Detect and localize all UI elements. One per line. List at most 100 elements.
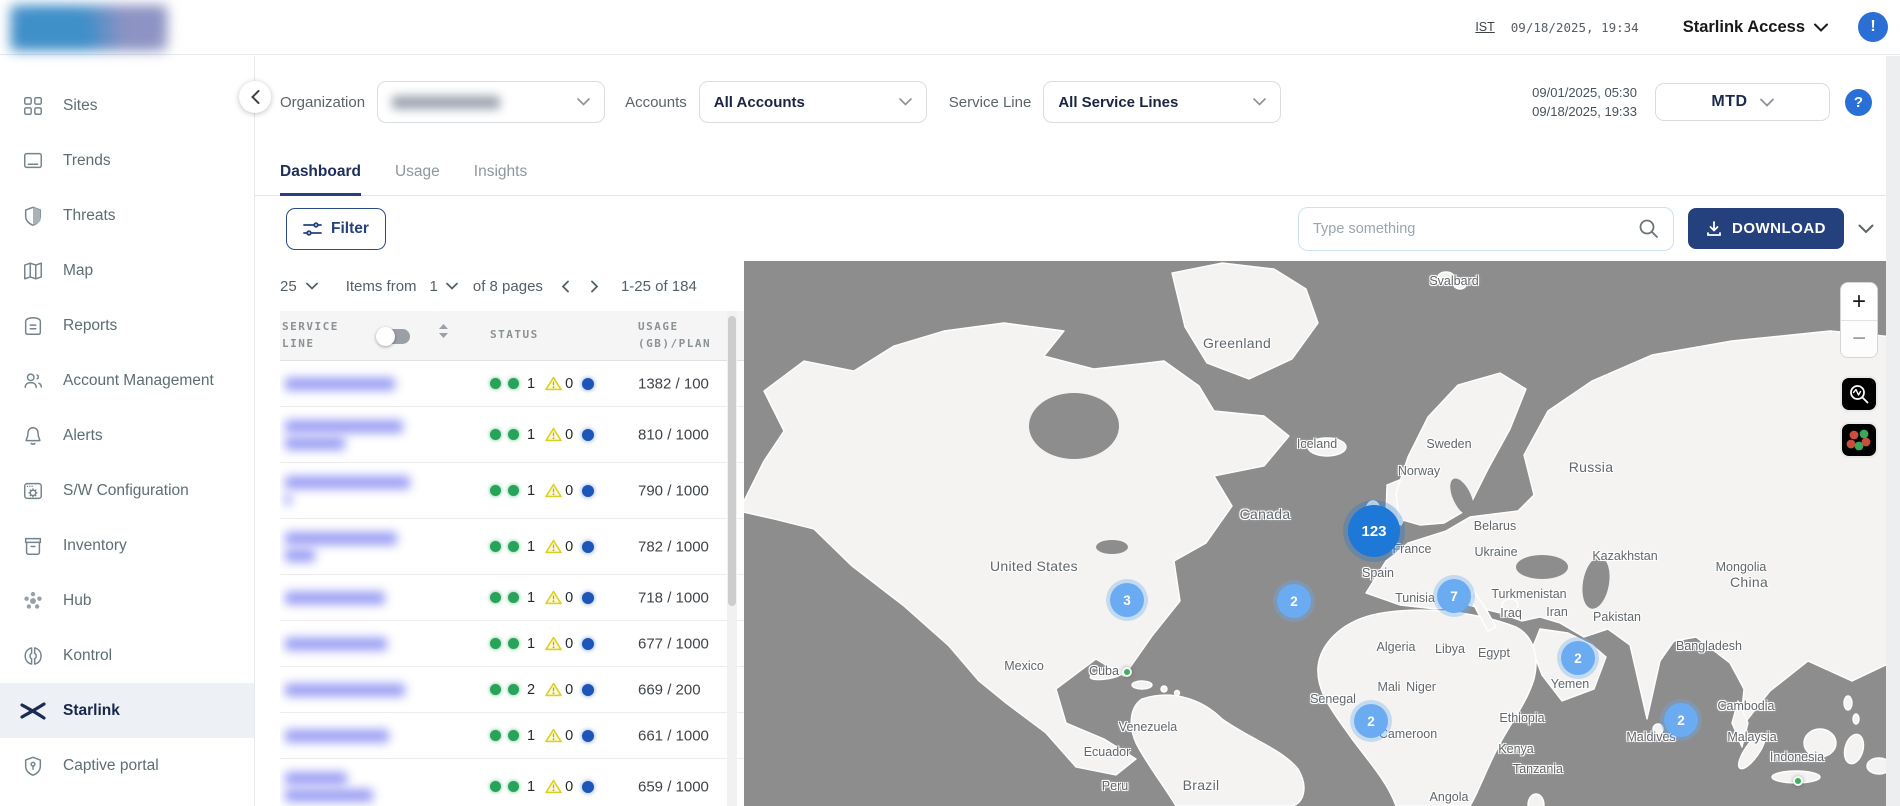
tab-dashboard[interactable]: Dashboard [280, 163, 361, 195]
filter-sliders-icon [303, 221, 322, 237]
accounts-select[interactable]: All Accounts [699, 81, 927, 123]
map-cluster[interactable]: 7 [1437, 579, 1471, 613]
service-line-link-redacted[interactable] [285, 725, 389, 746]
page-size-select[interactable] [306, 282, 318, 290]
tab-insights[interactable]: Insights [474, 163, 527, 195]
column-service-line[interactable]: SERVICE LINE [282, 319, 362, 352]
service-line-select[interactable]: All Service Lines [1043, 81, 1281, 123]
service-line-link-redacted[interactable] [285, 633, 387, 654]
sidebar-item-captive-portal[interactable]: Captive portal [0, 738, 254, 793]
page-select[interactable] [446, 282, 458, 290]
online-dot-icon [490, 592, 501, 603]
chevron-down-icon [1760, 98, 1774, 107]
sidebar-item-trends[interactable]: Trends [0, 133, 254, 188]
notification-badge-icon[interactable]: ! [1858, 12, 1888, 42]
table-row: 1 0 659 / 1000 [280, 759, 744, 806]
sidebar-item-sites[interactable]: Sites [0, 78, 254, 133]
site-marker-online[interactable] [1122, 667, 1132, 677]
search-input[interactable] [1313, 221, 1638, 237]
prev-page-button[interactable] [561, 280, 570, 293]
table-body: 1 0 1382 / 100 1 0 810 / 1000 1 0 790 / … [280, 361, 744, 806]
sidebar-item-reports[interactable]: Reports [0, 298, 254, 353]
timezone-label[interactable]: IST [1475, 20, 1494, 34]
service-line-link-redacted[interactable] [285, 472, 410, 510]
sidebar-item-s-w-configuration[interactable]: S/W Configuration [0, 463, 254, 518]
table-row: 1 0 810 / 1000 [280, 407, 744, 463]
help-button[interactable]: ? [1845, 89, 1872, 116]
chevron-down-icon [899, 98, 912, 106]
date-range-end: 09/18/2025, 19:33 [1532, 102, 1637, 122]
map-cluster[interactable]: 3 [1110, 583, 1144, 617]
zoom-in-button[interactable]: + [1841, 283, 1877, 320]
map-cluster[interactable]: 123 [1348, 505, 1400, 557]
date-range: 09/01/2025, 05:30 09/18/2025, 19:33 [1532, 83, 1637, 122]
sidebar-nav: Sites Trends Threats Map Reports Account… [0, 78, 254, 793]
account-menu[interactable]: Starlink Access [1683, 18, 1828, 37]
date-preset-select[interactable]: MTD [1655, 83, 1830, 121]
table-row: 1 0 661 / 1000 [280, 713, 744, 759]
chevron-down-icon [1814, 23, 1828, 32]
service-line-link-redacted[interactable] [285, 528, 397, 566]
service-line-link-redacted[interactable] [285, 587, 385, 608]
table-scrollbar[interactable] [727, 311, 737, 806]
scrollbar-thumb[interactable] [728, 316, 736, 606]
pagination-bar: 25 Items from 1 of 8 pages 1-25 of 184 [280, 261, 744, 311]
status-cell: 1 0 [490, 779, 594, 795]
organization-select[interactable] [377, 81, 605, 123]
status-cell: 1 0 [490, 590, 594, 606]
bell-icon [20, 424, 46, 448]
page-size-value[interactable]: 25 [280, 278, 297, 295]
status-cell: 1 0 [490, 376, 594, 392]
search-icon[interactable] [1638, 218, 1659, 239]
sidebar: Sites Trends Threats Map Reports Account… [0, 56, 255, 806]
online-dot-icon [490, 378, 501, 389]
panel-collapse-chevron[interactable] [1858, 224, 1874, 234]
usage-value: 1382 / 100 [638, 375, 709, 392]
service-line-link-redacted[interactable] [285, 416, 403, 454]
filter-button[interactable]: Filter [286, 208, 386, 250]
sidebar-collapse-button[interactable] [239, 81, 271, 113]
service-line-link-redacted[interactable] [285, 768, 373, 806]
service-line-link-redacted[interactable] [285, 679, 405, 700]
main-content: Organization Accounts All Accounts Servi… [255, 56, 1900, 806]
sort-icon[interactable] [438, 323, 449, 342]
page-gutter [1886, 56, 1900, 806]
sidebar-item-inventory[interactable]: Inventory [0, 518, 254, 573]
status-cell: 1 0 [490, 427, 594, 443]
sidebar-item-map[interactable]: Map [0, 243, 254, 298]
area-zoom-button[interactable] [1840, 376, 1878, 412]
site-marker-online[interactable] [1793, 776, 1803, 786]
map-cluster[interactable]: 2 [1664, 703, 1698, 737]
sidebar-item-starlink[interactable]: Starlink [0, 683, 254, 738]
world-map[interactable]: SvalbardGreenlandIcelandNorwaySwedenRuss… [744, 261, 1886, 806]
sidebar-item-kontrol[interactable]: Kontrol [0, 628, 254, 683]
chevron-left-icon [251, 90, 260, 104]
sidebar-item-account-management[interactable]: Account Management [0, 353, 254, 408]
status-layer-toggle-button[interactable] [1840, 422, 1878, 458]
info-dot-icon [582, 485, 594, 497]
map-cluster[interactable]: 2 [1277, 584, 1311, 618]
column-status[interactable]: STATUS [490, 328, 539, 341]
sidebar-item-threats[interactable]: Threats [0, 188, 254, 243]
map-cluster[interactable]: 2 [1354, 704, 1388, 738]
next-page-button[interactable] [590, 280, 599, 293]
tab-usage[interactable]: Usage [395, 163, 440, 195]
download-button[interactable]: DOWNLOAD [1688, 208, 1844, 249]
sidebar-item-hub[interactable]: Hub [0, 573, 254, 628]
sidebar-item-alerts[interactable]: Alerts [0, 408, 254, 463]
map-cluster[interactable]: 2 [1561, 641, 1595, 675]
warning-triangle-icon [545, 590, 562, 605]
page-number[interactable]: 1 [430, 278, 438, 295]
online-dot-icon [490, 541, 501, 552]
status-cell: 2 0 [490, 682, 594, 698]
top-bar: IST 09/18/2025, 19:34 Starlink Access ! [0, 0, 1900, 55]
table-row: 2 0 669 / 200 [280, 667, 744, 713]
magnifier-pulse-icon [1848, 383, 1870, 405]
service-line-link-redacted[interactable] [285, 373, 395, 394]
download-icon [1706, 221, 1722, 237]
zoom-out-button[interactable]: − [1841, 320, 1877, 357]
window-gear-icon [20, 479, 46, 503]
trends-monitor-icon [20, 149, 46, 173]
service-line-toggle[interactable] [378, 329, 410, 344]
online-dot-icon [490, 429, 501, 440]
